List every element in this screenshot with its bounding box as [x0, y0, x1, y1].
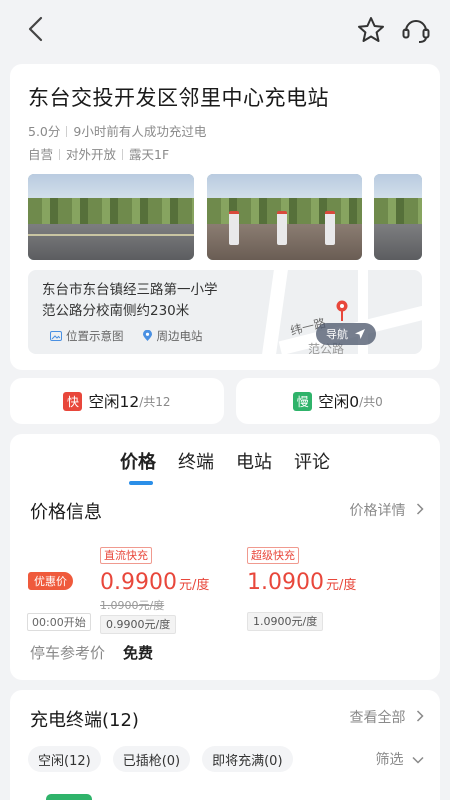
location-map[interactable]: 东台市东台镇经三路第一小学 范公路分校南侧约230米 位置示意图 周边电站 纬一…	[28, 270, 422, 354]
price-card: 价格 终端 电站 评论 价格信息 价格详情 优惠价 00:00开始 直流快充 0…	[10, 434, 440, 680]
view-all-link[interactable]: 查看全部	[350, 707, 424, 727]
slow-total: /共0	[359, 394, 383, 409]
price-section-title: 价格信息	[30, 502, 102, 523]
super-fast-price: 1.0900 元/度	[247, 570, 357, 595]
tab-price[interactable]: 价格	[120, 448, 156, 485]
navigate-button[interactable]: 导航	[316, 323, 376, 345]
map-links: 位置示意图 周边电站	[50, 328, 203, 344]
start-time-label: 00:00开始	[27, 613, 91, 631]
divider	[66, 126, 68, 137]
top-bar	[0, 0, 450, 58]
super-fast-tag: 超级快充	[247, 547, 299, 564]
attr-outdoor: 露天1F	[129, 147, 170, 162]
headset-icon[interactable]	[400, 14, 432, 46]
chevron-right-icon	[416, 710, 424, 722]
fast-charger-status[interactable]: 快 空闲12/共12	[10, 378, 224, 424]
fast-available: 空闲12	[88, 393, 140, 411]
divider	[59, 149, 61, 160]
filter-button[interactable]: 筛选	[376, 749, 424, 769]
fast-tag: 快	[63, 391, 83, 411]
terminals-card: 充电终端(12) 查看全部 空闲(12) 已插枪(0) 即将充满(0) 筛选	[10, 690, 440, 800]
image-icon	[50, 331, 62, 341]
dc-fast-base-price: 0.9900元/度	[100, 615, 177, 634]
station-attributes: 自营 对外开放 露天1F	[28, 144, 169, 163]
location-pin-icon	[142, 330, 152, 341]
price-column-super-fast: 超级快充 1.0900元/度 . 1.0900元/度	[247, 544, 356, 631]
attr-open: 对外开放	[66, 147, 117, 162]
map-pin-icon	[336, 300, 348, 321]
tab-reviews[interactable]: 评论	[294, 448, 330, 482]
station-address: 东台市东台镇经三路第一小学 范公路分校南侧约230米	[42, 282, 218, 319]
station-rating: 5.0分	[28, 124, 61, 139]
station-photo[interactable]	[207, 174, 362, 260]
attr-self-operated: 自营	[28, 147, 54, 162]
station-meta: 5.0分 9小时前有人成功充过电	[28, 121, 206, 140]
terminal-filters: 空闲(12) 已插枪(0) 即将充满(0)	[28, 746, 293, 772]
recent-charge-text: 9小时前有人成功充过电	[73, 124, 207, 139]
parking-label: 停车参考价	[30, 644, 106, 662]
slow-tag: 慢	[293, 391, 313, 411]
filter-chip-almost-full[interactable]: 即将充满(0)	[202, 746, 293, 772]
nearby-stations-link[interactable]: 周边电站	[142, 328, 203, 344]
fast-total: /共12	[139, 394, 171, 409]
terminal-status-indicator	[46, 794, 92, 800]
tab-terminals[interactable]: 终端	[178, 448, 214, 482]
dc-fast-price: 0.9900 元/度	[100, 570, 210, 595]
super-fast-base-price: 1.0900元/度	[247, 612, 324, 631]
slow-charger-status[interactable]: 慢 空闲0/共0	[236, 378, 440, 424]
chevron-left-icon[interactable]	[22, 14, 52, 44]
station-photo[interactable]	[374, 174, 422, 260]
station-photo[interactable]	[28, 174, 194, 260]
terminals-title: 充电终端(12)	[30, 710, 139, 731]
slow-available: 空闲0	[318, 393, 360, 411]
parking-value: 免费	[123, 644, 154, 662]
tab-bar: 价格 终端 电站 评论	[10, 448, 440, 485]
price-column-dc-fast: 直流快充 0.9900 元/度 1.0900元/度 0.9900元/度	[100, 544, 209, 634]
dc-fast-original-price: 1.0900元/度	[100, 599, 165, 612]
tab-station[interactable]: 电站	[236, 448, 272, 482]
dc-fast-tag: 直流快充	[100, 547, 152, 564]
filter-chip-plugged[interactable]: 已插枪(0)	[112, 746, 191, 772]
chevron-down-icon	[412, 756, 424, 764]
divider	[122, 149, 124, 160]
location-diagram-link[interactable]: 位置示意图	[50, 328, 124, 344]
station-info-card: 东台交投开发区邻里中心充电站 5.0分 9小时前有人成功充过电 自营 对外开放 露天1…	[10, 64, 440, 370]
promo-badge: 优惠价	[28, 572, 73, 590]
star-outline-icon[interactable]	[356, 15, 386, 45]
chevron-right-icon	[416, 503, 424, 515]
filter-chip-idle[interactable]: 空闲(12)	[28, 746, 101, 772]
price-details-link[interactable]: 价格详情	[350, 500, 424, 520]
parking-info: 停车参考价 免费	[30, 642, 153, 663]
station-name: 东台交投开发区邻里中心充电站	[28, 86, 329, 110]
navigation-arrow-icon	[355, 329, 365, 339]
